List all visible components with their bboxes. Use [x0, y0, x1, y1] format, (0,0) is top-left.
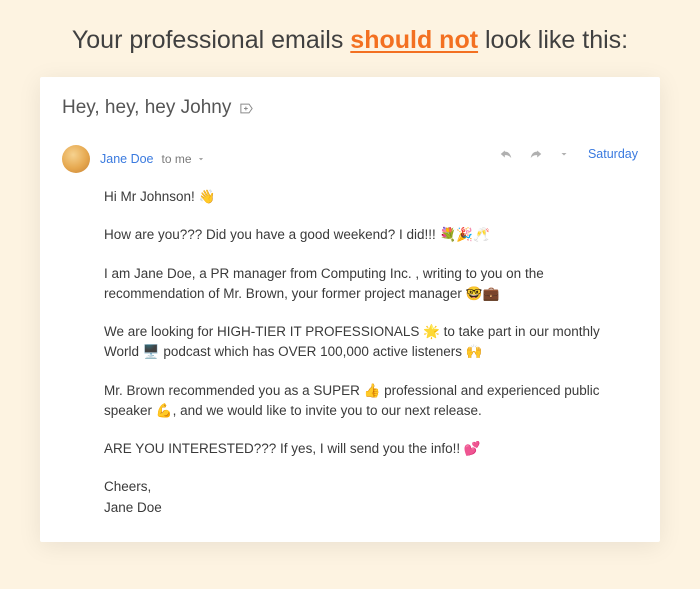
- email-timestamp[interactable]: Saturday: [588, 147, 638, 161]
- signoff-cheers: Cheers,: [104, 479, 151, 494]
- title-after: look like this:: [478, 26, 628, 54]
- message-actions: Saturday: [498, 147, 638, 161]
- forward-icon[interactable]: [528, 147, 544, 161]
- email-meta-row: Jane Doe to me Saturday: [62, 145, 638, 173]
- recipient-label: to me: [162, 152, 192, 166]
- details-caret-icon[interactable]: [196, 154, 206, 164]
- reply-icon[interactable]: [498, 147, 514, 161]
- signoff-name: Jane Doe: [104, 500, 162, 515]
- body-paragraph: I am Jane Doe, a PR manager from Computi…: [104, 264, 638, 305]
- email-body: Hi Mr Johnson! 👋 How are you??? Did you …: [104, 187, 638, 518]
- title-before: Your professional emails: [72, 26, 350, 54]
- body-signoff: Cheers, Jane Doe: [104, 477, 638, 518]
- body-paragraph: Mr. Brown recommended you as a SUPER 👍 p…: [104, 381, 638, 422]
- subject-row: Hey, hey, hey Johny: [62, 97, 638, 119]
- label-icon[interactable]: [239, 101, 254, 116]
- body-paragraph: ARE YOU INTERESTED??? If yes, I will sen…: [104, 439, 638, 459]
- body-paragraph: Hi Mr Johnson! 👋: [104, 187, 638, 207]
- sender-name[interactable]: Jane Doe: [100, 152, 154, 166]
- body-paragraph: How are you??? Did you have a good weeke…: [104, 225, 638, 245]
- body-paragraph: We are looking for HIGH-TIER IT PROFESSI…: [104, 322, 638, 363]
- sender-avatar[interactable]: [62, 145, 90, 173]
- more-caret-icon[interactable]: [558, 148, 570, 160]
- title-emphasis: should not: [350, 26, 478, 54]
- email-subject: Hey, hey, hey Johny: [62, 97, 231, 119]
- email-card: Hey, hey, hey Johny Jane Doe to me: [40, 77, 660, 542]
- page-title: Your professional emails should not look…: [40, 26, 660, 55]
